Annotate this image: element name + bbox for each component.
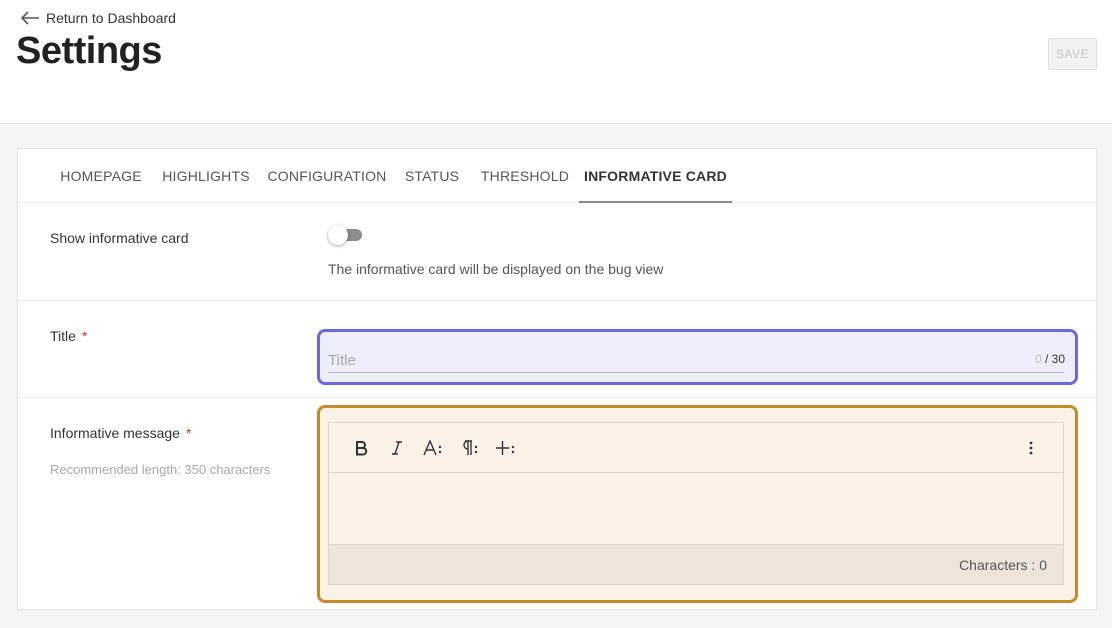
tab-homepage[interactable]: HOMEPAGE: [51, 149, 151, 203]
row-divider: [18, 300, 1096, 301]
title-char-counter: 0 / 30: [1035, 352, 1065, 366]
page-header: Return to Dashboard Settings SAVE: [0, 0, 1112, 124]
message-editor-area[interactable]: [329, 473, 1063, 544]
required-asterisk: *: [81, 328, 88, 344]
save-button[interactable]: SAVE: [1048, 38, 1097, 70]
settings-tabs: HOMEPAGE HIGHLIGHTS CONFIGURATION STATUS…: [18, 149, 1096, 203]
title-label-text: Title: [50, 328, 76, 344]
italic-icon[interactable]: [385, 435, 409, 461]
paragraph-icon[interactable]: [457, 435, 483, 461]
insert-icon[interactable]: [493, 435, 519, 461]
show-card-toggle[interactable]: [328, 225, 364, 245]
tab-informative-card[interactable]: INFORMATIVE CARD: [579, 149, 732, 203]
title-char-count: 0: [1034, 352, 1042, 366]
message-field-highlight: Characters : 0: [317, 405, 1078, 603]
title-label: Title *: [50, 328, 87, 344]
editor-toolbar: [329, 423, 1063, 473]
show-card-label: Show informative card: [50, 230, 189, 246]
tab-highlights[interactable]: HIGHLIGHTS: [152, 149, 260, 203]
back-link-label: Return to Dashboard: [46, 10, 176, 26]
message-label: Informative message *: [50, 425, 191, 441]
rich-text-editor: Characters : 0: [328, 422, 1064, 585]
bold-icon[interactable]: [349, 435, 373, 461]
message-char-count: Characters : 0: [959, 557, 1047, 573]
page-title: Settings: [16, 30, 162, 72]
title-field-highlight: 0 / 30: [317, 329, 1078, 385]
settings-card: HOMEPAGE HIGHLIGHTS CONFIGURATION STATUS…: [17, 148, 1097, 610]
required-asterisk: *: [185, 425, 192, 441]
tab-status[interactable]: STATUS: [395, 149, 469, 203]
arrow-left-icon: [20, 11, 39, 25]
font-size-icon[interactable]: [421, 435, 447, 461]
tab-threshold[interactable]: THRESHOLD: [471, 149, 579, 203]
message-label-text: Informative message: [50, 425, 180, 441]
toggle-knob: [328, 225, 348, 245]
tab-configuration[interactable]: CONFIGURATION: [261, 149, 393, 203]
return-to-dashboard-link[interactable]: Return to Dashboard: [20, 8, 176, 28]
message-length-hint: Recommended length: 350 characters: [50, 462, 271, 477]
title-input[interactable]: [328, 349, 1064, 373]
row-divider: [18, 397, 1096, 398]
more-options-icon[interactable]: [1019, 435, 1043, 461]
show-card-description: The informative card will be displayed o…: [328, 261, 664, 277]
editor-footer: Characters : 0: [329, 544, 1063, 584]
title-char-max: / 30: [1044, 352, 1065, 366]
